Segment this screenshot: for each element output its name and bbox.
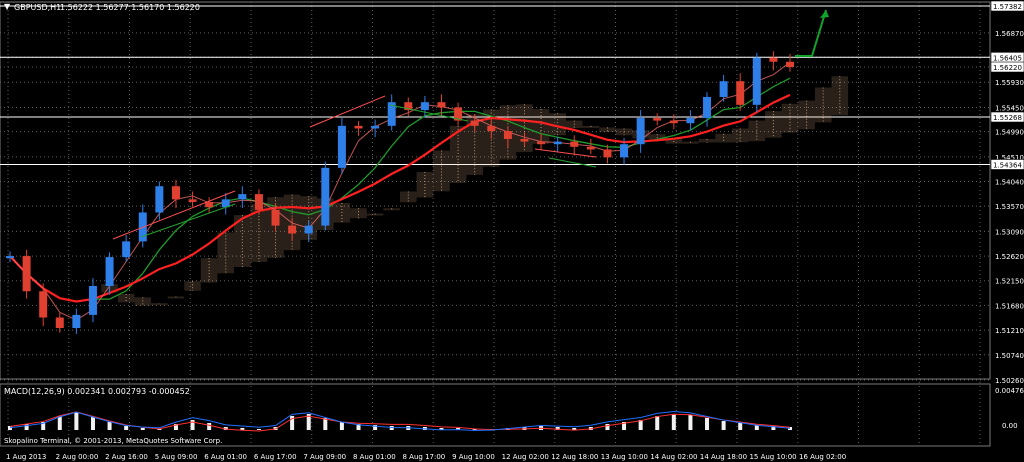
macd-tick-0: 0.00476 (995, 387, 1024, 395)
price-tick-5: 1.55450 (995, 104, 1024, 112)
candle-20 (337, 117, 346, 174)
price-label-13: 1.52620 (995, 253, 1024, 261)
macd-header: MACD(12,26,9) 0.002341 0.002793 -0.00045… (4, 387, 190, 396)
time-label-1: 2 Aug 00:00 (56, 453, 99, 461)
macd-bar-1 (24, 424, 29, 430)
symbol-header: GBPUSD,H1 (14, 3, 61, 12)
time-label-10: 12 Aug 02:00 (502, 453, 549, 461)
macd-bar-8 (140, 428, 145, 430)
time-label-11: 12 Aug 18:00 (551, 453, 598, 461)
price-label-2: 1.56405 (993, 54, 1022, 62)
price-tick-9: 1.54364 (990, 159, 1024, 170)
price-label-4: 1.55930 (995, 79, 1024, 87)
price-label-15: 1.51680 (995, 302, 1024, 310)
price-label-3: 1.56220 (993, 64, 1022, 72)
macd-bar-4 (74, 412, 79, 430)
time-label-12: 13 Aug 10:00 (601, 453, 648, 461)
time-label-7: 8 Aug 01:00 (353, 453, 396, 461)
macd-bar-12 (207, 423, 212, 430)
candle-45 (752, 52, 761, 113)
footer-copyright: Skopalino Terminal, © 2001-2013, MetaQuo… (4, 437, 222, 445)
price-tick-3: 1.56220 (990, 61, 1024, 73)
price-tick-16: 1.51210 (995, 327, 1024, 335)
macd-bar-5 (90, 417, 95, 430)
macd-bar-39 (655, 416, 660, 430)
macd-bar-44 (738, 423, 743, 430)
candle-19 (321, 161, 330, 231)
price-label-1: 1.56870 (995, 30, 1024, 38)
time-label-5: 6 Aug 17:00 (254, 453, 297, 461)
price-label-6: 1.55268 (993, 114, 1022, 122)
time-label-2: 2 Aug 16:00 (105, 453, 148, 461)
price-tick-12: 1.53090 (995, 228, 1024, 236)
time-label-9: 9 Aug 10:00 (452, 453, 495, 461)
price-label-5: 1.55450 (995, 104, 1024, 112)
price-label-16: 1.51210 (995, 327, 1024, 335)
time-label-16: 16 Aug 02:00 (799, 453, 846, 461)
price-tick-17: 1.50740 (995, 352, 1024, 360)
price-tick-13: 1.52620 (995, 253, 1024, 261)
price-tick-7: 1.54990 (995, 129, 1024, 137)
time-label-4: 6 Aug 01:00 (204, 453, 247, 461)
price-tick-14: 1.52150 (995, 278, 1024, 286)
price-label-0: 1.57382 (993, 3, 1022, 11)
macd-bar-43 (721, 421, 726, 430)
price-label-14: 1.52150 (995, 278, 1024, 286)
price-tick-15: 1.51680 (995, 302, 1024, 310)
time-label-3: 5 Aug 09:00 (155, 453, 198, 461)
macd-bar-36 (605, 424, 610, 430)
price-tick-10: 1.54040 (995, 178, 1024, 186)
price-tick-1: 1.56870 (995, 30, 1024, 38)
macd-tick-1: 0.00 (1002, 422, 1018, 430)
price-tick-4: 1.55930 (995, 79, 1024, 87)
macd-bar-15 (256, 429, 261, 430)
macd-bar-3 (57, 416, 62, 430)
price-label-7: 1.54990 (995, 129, 1024, 137)
price-tick-0: 1.57382 (990, 0, 1024, 12)
price-tick-11: 1.53570 (995, 203, 1024, 211)
time-label-8: 8 Aug 17:00 (403, 453, 446, 461)
price-label-12: 1.53090 (995, 228, 1024, 236)
time-axis: 1 Aug 2013 2 Aug 00:00 2 Aug 16:00 5 Aug 09… (6, 453, 846, 461)
price-tick-18: 1.50260 (995, 377, 1024, 385)
macd-bar-42 (705, 418, 710, 430)
price-label-11: 1.53570 (995, 203, 1024, 211)
price-tick-2: 1.56405 (990, 52, 1024, 63)
price-label-18: 1.50260 (995, 377, 1024, 385)
macd-bar-20 (339, 422, 344, 430)
time-label-0: 1 Aug 2013 (6, 453, 46, 461)
time-label-14: 14 Aug 18:00 (700, 453, 747, 461)
time-label-13: 14 Aug 02:00 (650, 453, 697, 461)
price-label-10: 1.54040 (995, 178, 1024, 186)
time-label-6: 7 Aug 09:00 (303, 453, 346, 461)
ohlc-readout: 1.56222 1.56277 1.56170 1.56220 (60, 3, 200, 12)
time-label-15: 15 Aug 10:00 (749, 453, 796, 461)
chart-menu-icon[interactable]: ▼ (4, 2, 11, 11)
macd-bar-40 (671, 414, 676, 430)
price-label-17: 1.50740 (995, 352, 1024, 360)
macd-bar-7 (124, 426, 129, 430)
macd-bar-6 (107, 422, 112, 430)
price-label-9: 1.54364 (993, 161, 1022, 169)
price-tick-6: 1.55268 (990, 111, 1024, 123)
macd-bar-41 (688, 415, 693, 430)
trading-chart[interactable]: 1.57382 1.56870 1.56405 1.56220 1.55930 1.554… (0, 0, 1024, 462)
